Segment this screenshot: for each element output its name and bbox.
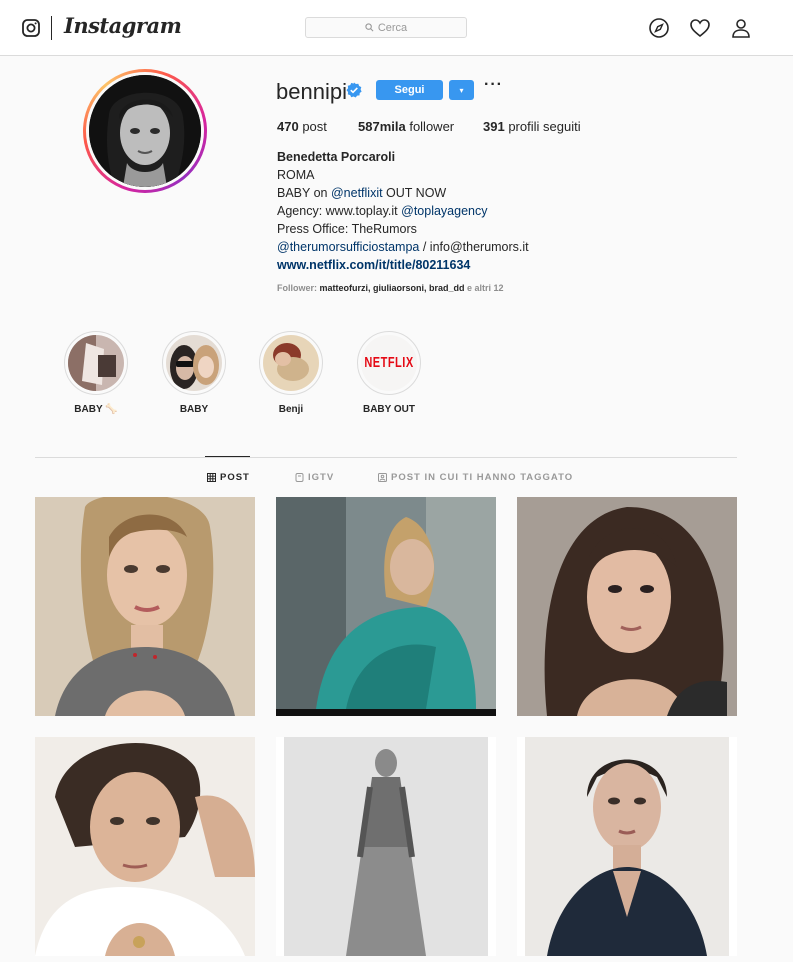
stat-following[interactable]: 391 profili seguiti	[483, 119, 581, 134]
tv-icon	[295, 473, 304, 482]
bio-full-name: Benedetta Porcaroli	[277, 150, 396, 164]
followed-by[interactable]: Follower: matteofurzi, giuliaorsoni, bra…	[277, 283, 504, 293]
search-input[interactable]: Cerca	[305, 17, 467, 38]
post-image	[517, 737, 737, 956]
tab-tagged[interactable]: POST IN CUI TI HANNO TAGGATO	[378, 472, 573, 483]
tab-igtv[interactable]: IGTV	[295, 472, 334, 483]
follow-button[interactable]: Segui	[376, 80, 443, 100]
post-thumbnail-4[interactable]	[35, 737, 255, 956]
followed-by-prefix: Follower:	[277, 283, 320, 293]
more-options-icon[interactable]: ···	[484, 77, 502, 98]
bio-text: Agency: www.toplay.it	[277, 204, 402, 218]
profile-username: bennipi	[276, 79, 347, 104]
tab-label: POST	[220, 472, 250, 483]
post-image	[276, 737, 496, 956]
mention-netflixit-link[interactable]: @netflixit	[331, 186, 383, 200]
followed-by-suffix: e altri 12	[464, 283, 504, 293]
top-nav: Instagram Cerca	[0, 0, 793, 56]
highlight-baby-2[interactable]: BABY	[154, 331, 234, 415]
verified-badge-icon	[346, 82, 362, 98]
avatar[interactable]	[89, 75, 201, 187]
stat-posts: 470 post	[277, 119, 327, 134]
activity-heart-icon[interactable]	[689, 17, 711, 39]
profile-user-icon[interactable]	[730, 17, 752, 39]
highlight-ring	[64, 331, 128, 395]
tab-label: POST IN CUI TI HANNO TAGGATO	[391, 472, 574, 483]
bio-text: / info@therumors.it	[419, 240, 529, 254]
explore-compass-icon[interactable]	[648, 17, 670, 39]
post-image	[276, 497, 496, 716]
mention-therumors-link[interactable]: @therumorsufficiostampa	[277, 240, 419, 254]
stat-followers-value: 587mila	[358, 119, 406, 134]
bio-external-link[interactable]: www.netflix.com/it/title/80211634	[277, 256, 529, 274]
tab-posts[interactable]: POST	[207, 472, 250, 483]
stat-following-value: 391	[483, 119, 505, 134]
stat-followers-label: follower	[409, 119, 455, 134]
highlight-ring	[162, 331, 226, 395]
instagram-logo-icon[interactable]	[22, 19, 40, 37]
highlight-label: BABY 🦴	[74, 404, 118, 415]
highlight-baby-1[interactable]: BABY 🦴	[56, 331, 136, 415]
search-icon	[365, 23, 374, 32]
highlight-baby-out[interactable]: NETFLIX BABY OUT	[349, 331, 429, 415]
bio-line-rumors: @therumorsufficiostampa / info@therumors…	[277, 238, 529, 256]
tagged-icon	[378, 473, 387, 482]
netflix-logo-text: NETFLIX	[364, 355, 414, 371]
post-thumbnail-5[interactable]	[276, 737, 496, 956]
followed-by-names: matteofurzi, giuliaorsoni, brad_dd	[319, 283, 465, 293]
post-thumbnail-1[interactable]	[35, 497, 255, 716]
netflix-logo-cover: NETFLIX	[361, 335, 417, 391]
post-thumbnail-2[interactable]	[276, 497, 496, 716]
stat-following-label: profili seguiti	[508, 119, 581, 134]
highlight-ring: NETFLIX	[357, 331, 421, 395]
highlight-label: BABY	[179, 404, 209, 415]
bio-text: OUT NOW	[382, 186, 447, 200]
bio-line-city: ROMA	[277, 168, 315, 182]
highlight-cover	[68, 335, 124, 391]
post-thumbnail-3[interactable]	[517, 497, 737, 716]
bio-text: BABY on	[277, 186, 331, 200]
tabs-divider	[35, 457, 737, 458]
highlight-label: Benji	[278, 404, 304, 415]
suggestions-dropdown-button[interactable]: ▾	[449, 80, 474, 100]
post-thumbnail-6[interactable]	[517, 737, 737, 956]
post-image	[35, 497, 255, 716]
highlight-label: BABY OUT	[362, 404, 416, 415]
highlight-ring	[259, 331, 323, 395]
stat-posts-value: 470	[277, 119, 299, 134]
tab-label: IGTV	[308, 472, 335, 483]
highlight-cover	[263, 335, 319, 391]
post-image	[35, 737, 255, 956]
profile-avatar-ring[interactable]	[83, 69, 207, 193]
avatar-portrait	[89, 75, 201, 187]
stat-followers[interactable]: 587mila follower	[358, 119, 454, 134]
bio-line-press: Press Office: TheRumors	[277, 222, 417, 236]
active-tab-indicator	[205, 456, 250, 457]
nav-divider	[51, 16, 52, 40]
profile-bio: Benedetta Porcaroli ROMA BABY on @netfli…	[277, 148, 529, 274]
mention-toplayagency-link[interactable]: @toplayagency	[401, 204, 487, 218]
instagram-wordmark[interactable]: Instagram	[64, 13, 182, 38]
bio-line-agency: Agency: www.toplay.it @toplayagency	[277, 202, 529, 220]
bio-line-baby: BABY on @netflixit OUT NOW	[277, 184, 529, 202]
grid-icon	[207, 473, 216, 482]
post-image	[517, 497, 737, 716]
search-placeholder: Cerca	[377, 21, 408, 34]
highlight-cover	[166, 335, 222, 391]
highlight-benji[interactable]: Benji	[251, 331, 331, 415]
stat-posts-label: post	[302, 119, 327, 134]
